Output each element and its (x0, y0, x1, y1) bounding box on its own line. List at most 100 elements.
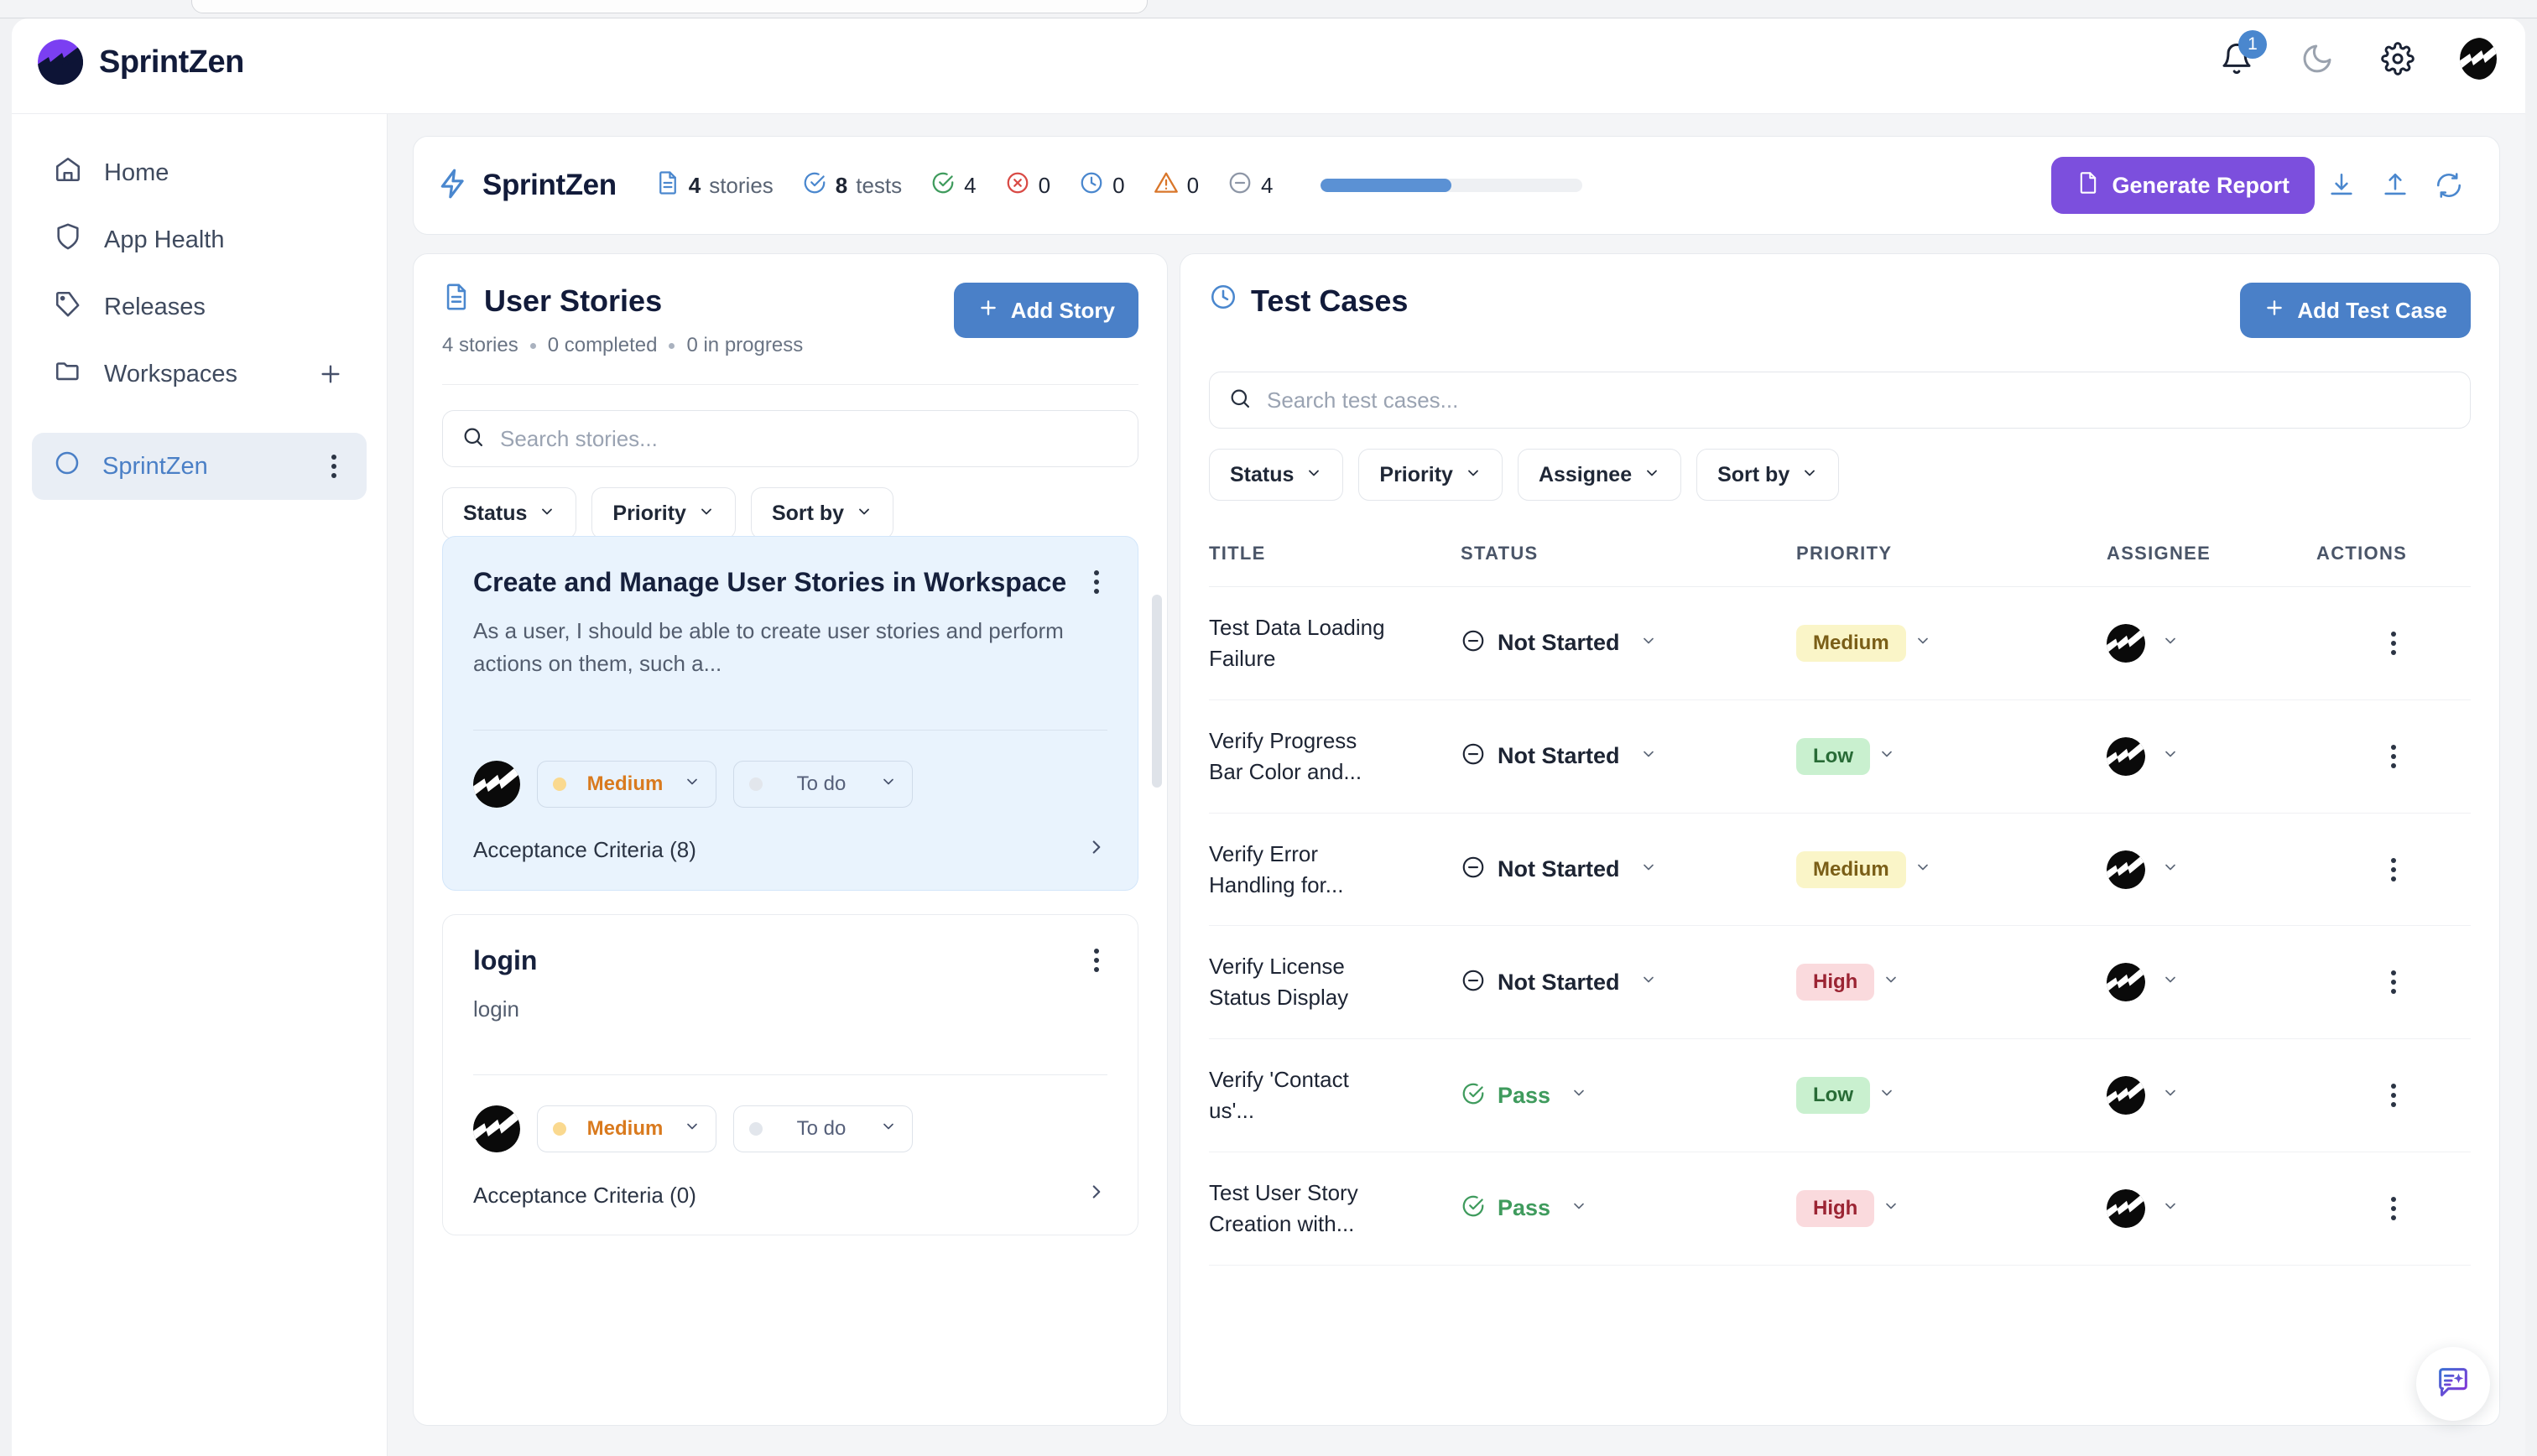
test-case-menu-button[interactable] (2316, 965, 2471, 999)
upload-icon[interactable] (2368, 159, 2422, 212)
workspace-menu-button[interactable] (323, 450, 345, 483)
test-case-priority-cell[interactable]: Low (1796, 1038, 2107, 1153)
story-menu-button[interactable] (1086, 944, 1107, 977)
test-case-assignee-cell[interactable] (2107, 586, 2316, 700)
table-row[interactable]: Test User Story Creation with... Pass High (1209, 1152, 2471, 1266)
chevron-down-icon[interactable] (2162, 1198, 2179, 1219)
test-case-status-cell[interactable]: Not Started (1461, 586, 1796, 700)
generate-report-button[interactable]: Generate Report (2051, 157, 2315, 214)
chevron-down-icon[interactable] (1914, 859, 1931, 880)
table-row[interactable]: Verify License Status Display Not Started… (1209, 925, 2471, 1040)
test-case-priority-cell[interactable]: High (1796, 925, 2107, 1040)
story-search-box[interactable] (442, 410, 1138, 467)
filter-sort-by[interactable]: Sort by (1696, 449, 1840, 501)
browser-tab[interactable] (191, 0, 1148, 13)
filter-priority[interactable]: Priority (1358, 449, 1503, 501)
story-card[interactable]: login login Medium To do Acceptance Crit… (442, 913, 1138, 1236)
story-status-select[interactable]: To do (733, 1105, 913, 1153)
sidebar-item-sprintzen[interactable]: SprintZen (32, 433, 367, 500)
test-case-priority-cell[interactable]: Medium (1796, 586, 2107, 700)
story-assignee-avatar[interactable] (473, 760, 520, 808)
test-case-menu-button[interactable] (2316, 627, 2471, 660)
chevron-down-icon[interactable] (2162, 632, 2179, 654)
brand[interactable]: SprintZen (37, 39, 244, 86)
test-case-status-cell[interactable]: Not Started (1461, 813, 1796, 927)
sidebar-item-workspaces[interactable]: Workspaces (32, 341, 367, 408)
bell-icon[interactable]: 1 (2218, 30, 2267, 77)
test-case-status-cell[interactable]: Not Started (1461, 699, 1796, 814)
search-test-cases-input[interactable] (1267, 387, 2451, 413)
test-case-menu-button[interactable] (2316, 853, 2471, 887)
test-case-actions-cell[interactable] (2316, 586, 2471, 700)
chevron-down-icon[interactable] (1640, 971, 1657, 993)
gear-icon[interactable] (2379, 40, 2416, 77)
story-list-scrollbar[interactable] (1152, 539, 1162, 1418)
acceptance-criteria-toggle[interactable]: Acceptance Criteria (8) (473, 836, 1107, 865)
user-avatar[interactable] (2460, 38, 2497, 80)
test-case-actions-cell[interactable] (2316, 1038, 2471, 1153)
download-icon[interactable] (2315, 159, 2368, 212)
test-cases-table-wrapper[interactable]: TITLE STATUS PRIORITY ASSIGNEE ACTIONS T… (1180, 521, 2499, 1425)
test-case-priority-cell[interactable]: High (1796, 1152, 2107, 1266)
test-case-actions-cell[interactable] (2316, 1152, 2471, 1266)
add-test-case-button[interactable]: Add Test Case (2240, 283, 2471, 338)
chevron-down-icon[interactable] (1883, 1198, 1899, 1219)
filter-assignee[interactable]: Assignee (1517, 449, 1682, 501)
chevron-down-icon[interactable] (1883, 971, 1899, 992)
chevron-down-icon[interactable] (1571, 1084, 1587, 1106)
test-case-menu-button[interactable] (2316, 740, 2471, 773)
refresh-icon[interactable] (2422, 159, 2476, 212)
add-story-button[interactable]: Add Story (953, 283, 1138, 338)
test-case-assignee-cell[interactable] (2107, 925, 2316, 1040)
sidebar-item-home[interactable]: Home (32, 139, 367, 206)
table-row[interactable]: Verify Error Handling for... Not Started M… (1209, 813, 2471, 927)
test-search-box[interactable] (1209, 372, 2471, 429)
chevron-down-icon[interactable] (1571, 1198, 1587, 1219)
acceptance-criteria-toggle[interactable]: Acceptance Criteria (0) (473, 1181, 1107, 1209)
story-assignee-avatar[interactable] (473, 1105, 520, 1153)
test-case-priority-cell[interactable]: Low (1796, 699, 2107, 814)
sidebar-item-app-health[interactable]: App Health (32, 206, 367, 273)
test-case-assignee-cell[interactable] (2107, 699, 2316, 814)
test-case-status-cell[interactable]: Not Started (1461, 925, 1796, 1040)
table-row[interactable]: Test Data Loading Failure Not Started Medi… (1209, 586, 2471, 700)
chevron-down-icon[interactable] (1640, 859, 1657, 881)
story-status-select[interactable]: To do (733, 760, 913, 808)
filter-status[interactable]: Status (442, 487, 577, 539)
test-case-status-cell[interactable]: Pass (1461, 1152, 1796, 1266)
test-case-actions-cell[interactable] (2316, 813, 2471, 927)
chevron-down-icon[interactable] (2162, 746, 2179, 767)
test-case-status-cell[interactable]: Pass (1461, 1038, 1796, 1153)
test-case-priority-cell[interactable]: Medium (1796, 813, 2107, 927)
chevron-down-icon[interactable] (1878, 746, 1895, 767)
filter-priority[interactable]: Priority (591, 487, 736, 539)
story-priority-select[interactable]: Medium (537, 1105, 716, 1153)
story-menu-button[interactable] (1086, 565, 1107, 599)
search-stories-input[interactable] (500, 425, 1119, 452)
filter-sort-by[interactable]: Sort by (750, 487, 894, 539)
story-priority-select[interactable]: Medium (537, 760, 716, 808)
chevron-down-icon[interactable] (1878, 1084, 1895, 1105)
sidebar-item-releases[interactable]: Releases (32, 273, 367, 341)
test-case-menu-button[interactable] (2316, 1192, 2471, 1225)
scrollbar-thumb[interactable] (1152, 595, 1162, 788)
moon-icon[interactable] (2299, 40, 2336, 77)
test-case-assignee-cell[interactable] (2107, 813, 2316, 927)
chevron-down-icon[interactable] (1640, 746, 1657, 767)
chevron-down-icon[interactable] (1914, 632, 1931, 653)
ai-chat-button[interactable] (2416, 1347, 2490, 1421)
chevron-down-icon[interactable] (2162, 971, 2179, 993)
chevron-down-icon[interactable] (2162, 859, 2179, 881)
test-case-assignee-cell[interactable] (2107, 1038, 2316, 1153)
test-case-assignee-cell[interactable] (2107, 1152, 2316, 1266)
story-list[interactable]: Create and Manage User Stories in Worksp… (414, 536, 1167, 1425)
chevron-down-icon[interactable] (1640, 632, 1657, 654)
story-card[interactable]: Create and Manage User Stories in Worksp… (442, 536, 1138, 891)
chevron-down-icon[interactable] (2162, 1084, 2179, 1106)
add-workspace-button[interactable] (316, 360, 345, 388)
test-case-actions-cell[interactable] (2316, 925, 2471, 1040)
test-case-menu-button[interactable] (2316, 1079, 2471, 1112)
table-row[interactable]: Verify 'Contact us'... Pass Low (1209, 1038, 2471, 1153)
table-row[interactable]: Verify Progress Bar Color and... Not Star… (1209, 699, 2471, 814)
test-case-actions-cell[interactable] (2316, 699, 2471, 814)
